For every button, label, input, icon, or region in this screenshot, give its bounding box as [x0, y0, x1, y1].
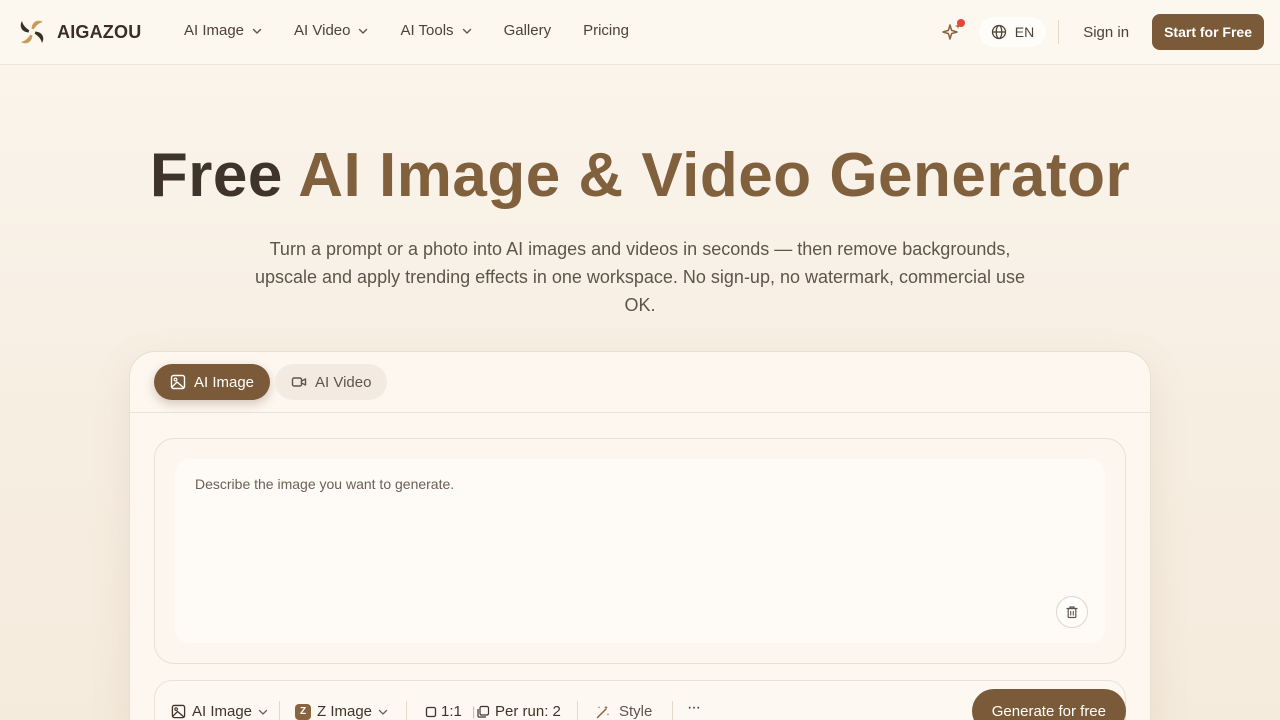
mode-label: AI Image — [192, 703, 253, 720]
brand-logo[interactable]: AIGAZOU — [17, 17, 141, 47]
tab-label: AI Video — [315, 373, 372, 391]
hero-title: Free AI Image & Video Generator — [0, 140, 1280, 211]
hero-title-plain: Free — [149, 141, 283, 210]
whats-new-button[interactable] — [937, 17, 967, 47]
start-for-free-button[interactable]: Start for Free — [1152, 14, 1264, 50]
nav-gallery[interactable]: Gallery — [504, 22, 552, 39]
generate-button[interactable]: Generate for free — [971, 689, 1126, 720]
nav-ai-tools[interactable]: AI Tools — [400, 22, 471, 39]
style-button[interactable]: Style — [595, 703, 652, 720]
brand-name: AIGAZOU — [57, 21, 142, 42]
main-nav: AI Image AI Video AI Tools Gallery Prici… — [184, 22, 661, 39]
toolbar-divider — [279, 701, 280, 720]
model-select[interactable]: Z Z Image — [295, 703, 388, 720]
toolbar-divider — [672, 701, 673, 720]
video-icon — [291, 377, 307, 387]
hero-subtitle: Turn a prompt or a photo into AI images … — [254, 239, 1026, 315]
model-badge: Z — [295, 703, 311, 720]
generator-toolbar: AI Image Z Z Image 1:1 | Per run: 2 Styl… — [154, 680, 1126, 720]
language-label: EN — [1014, 24, 1035, 40]
ratio-label: 1:1 — [441, 703, 462, 720]
per-run-label: Per run: 2 — [495, 703, 561, 720]
toolbar-divider — [406, 701, 407, 720]
ratio-separator: | — [471, 704, 476, 719]
clear-prompt-button[interactable] — [1056, 596, 1088, 628]
generator-card: AI Image AI Video Describe the image you… — [129, 351, 1151, 720]
model-label: Z Image — [317, 703, 373, 720]
nav-label: AI Image — [184, 22, 245, 39]
aspect-ratio-select[interactable]: 1:1 | — [425, 703, 481, 720]
chevron-down-icon — [359, 28, 368, 34]
nav-ai-image[interactable]: AI Image — [184, 22, 262, 39]
header-divider — [1058, 20, 1060, 44]
nav-label: AI Tools — [400, 22, 454, 39]
per-run-select[interactable]: Per run: 2 — [476, 703, 561, 720]
generator-tabs: AI Image AI Video — [130, 352, 1150, 413]
square-ratio-icon — [425, 706, 437, 717]
tab-label: AI Image — [194, 373, 255, 391]
more-options-button[interactable]: ··· — [687, 699, 701, 717]
prompt-container — [154, 438, 1126, 664]
logo-mark-icon — [20, 20, 44, 44]
image-icon — [170, 374, 186, 390]
nav-label: Pricing — [583, 22, 629, 39]
nav-label: AI Video — [294, 22, 351, 39]
chevron-down-icon — [378, 709, 388, 715]
prompt-box — [175, 459, 1105, 643]
header-tools: EN Sign in Start for Free — [937, 14, 1264, 50]
tab-ai-video[interactable]: AI Video — [275, 364, 388, 400]
mode-select[interactable]: AI Image — [171, 703, 268, 720]
tab-ai-image[interactable]: AI Image — [154, 364, 271, 400]
style-label: Style — [619, 703, 653, 720]
language-button[interactable]: EN — [978, 17, 1047, 47]
top-header: AIGAZOU AI Image AI Video AI Tools Galle… — [0, 0, 1280, 65]
chevron-down-icon — [252, 28, 262, 34]
nav-pricing[interactable]: Pricing — [583, 22, 629, 39]
hero-title-accent: AI Image & Video Generator — [298, 141, 1131, 210]
sign-in-link[interactable]: Sign in — [1083, 24, 1129, 41]
image-icon — [171, 704, 186, 719]
nav-ai-video[interactable]: AI Video — [294, 22, 368, 39]
toolbar-divider — [577, 701, 578, 720]
trash-icon — [1066, 606, 1078, 619]
globe-icon — [991, 24, 1006, 40]
prompt-input[interactable] — [175, 459, 1105, 643]
notification-dot — [956, 19, 965, 27]
nav-label: Gallery — [503, 22, 552, 39]
magic-wand-icon — [596, 705, 610, 718]
chevron-down-icon — [258, 709, 268, 715]
chevron-down-icon — [462, 28, 471, 34]
stack-images-icon — [477, 705, 490, 718]
